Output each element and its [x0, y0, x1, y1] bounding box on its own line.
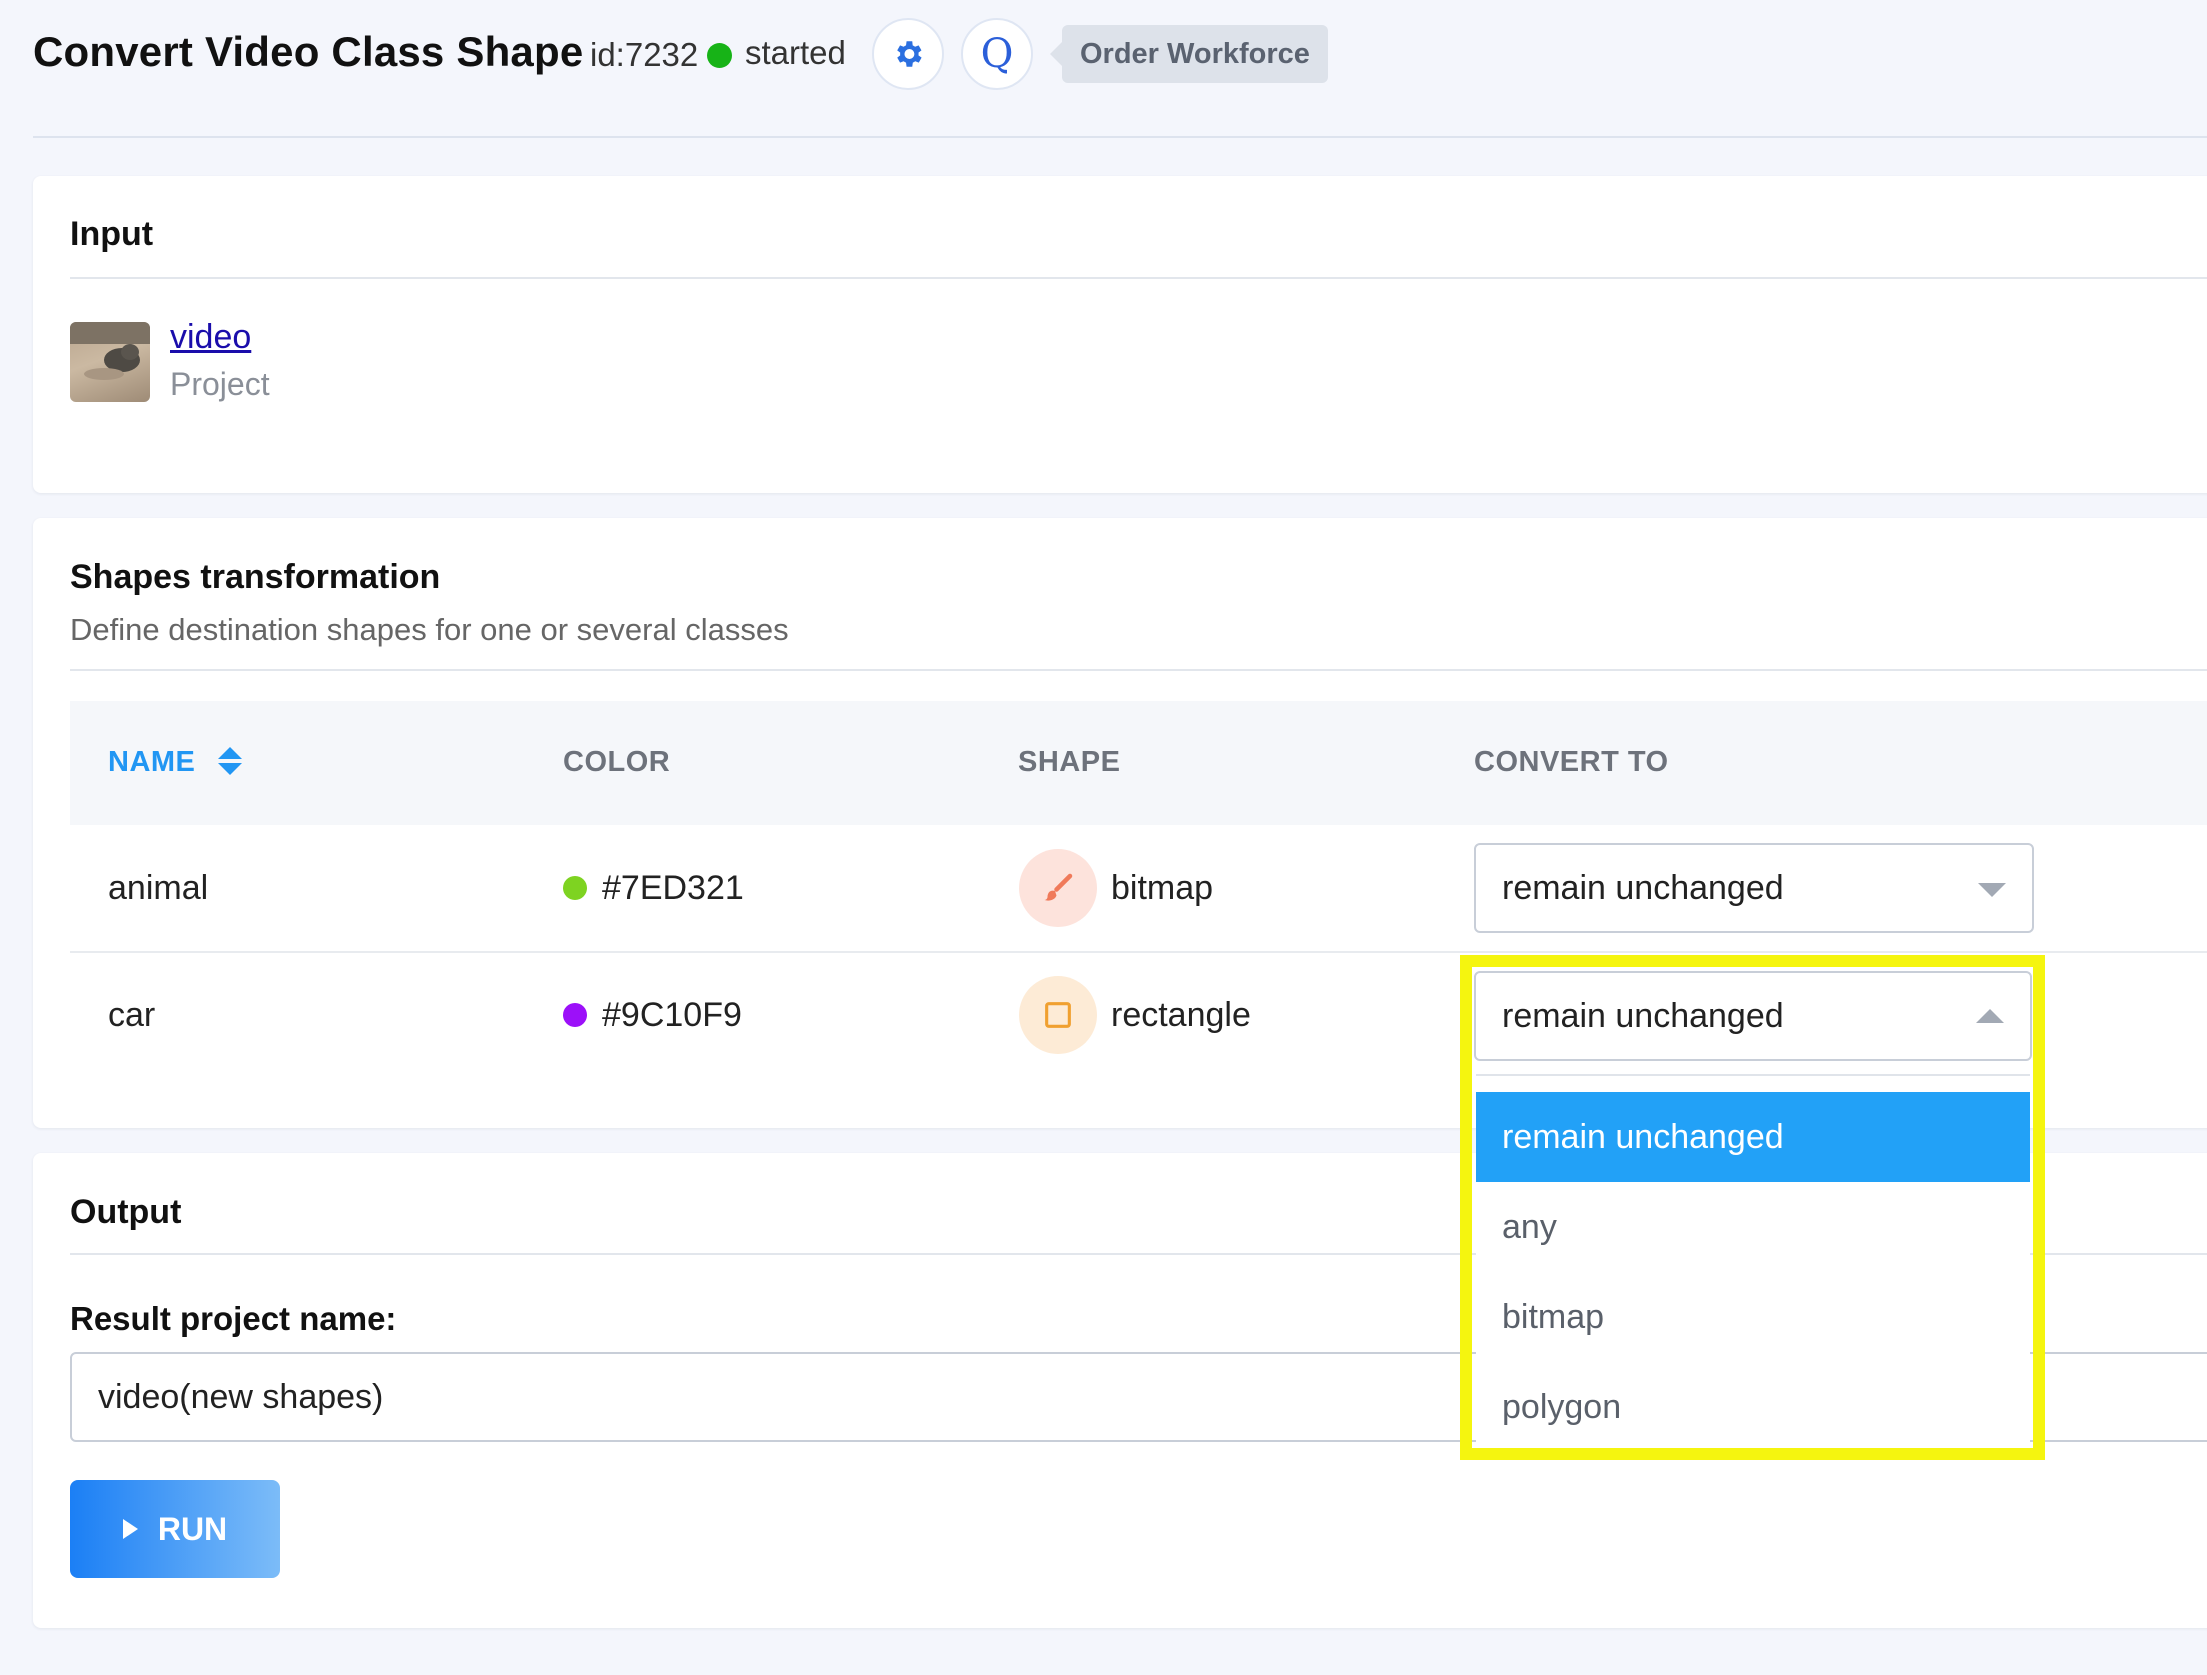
shapes-card-subtitle: Define destination shapes for one or sev… — [70, 612, 789, 647]
color-value: #7ED321 — [602, 869, 744, 907]
shape-name: bitmap — [1111, 869, 1214, 907]
input-card — [33, 176, 2207, 493]
dropdown-option-polygon[interactable]: polygon — [1476, 1362, 2030, 1452]
run-button[interactable]: RUN — [70, 1480, 280, 1578]
dropdown-option-bitmap[interactable]: bitmap — [1476, 1272, 2030, 1362]
table-header — [70, 701, 2207, 825]
status-dot-icon — [707, 43, 732, 68]
input-card-title: Input — [70, 215, 154, 253]
convert-to-dropdown: remain unchanged any bitmap polygon — [1476, 1074, 2030, 1446]
class-name: animal — [108, 869, 209, 907]
page-title: Convert Video Class Shape — [33, 28, 584, 75]
project-link[interactable]: video — [170, 318, 251, 357]
column-header-color: COLOR — [563, 746, 671, 778]
color-swatch — [563, 876, 587, 900]
header-divider — [33, 136, 2207, 138]
class-name: car — [108, 996, 156, 1034]
result-project-name-label: Result project name: — [70, 1300, 397, 1337]
square-icon — [1019, 976, 1097, 1054]
dropdown-option-any[interactable]: any — [1476, 1182, 2030, 1272]
play-icon — [122, 1519, 138, 1539]
convert-to-select-open[interactable]: remain unchanged — [1474, 971, 2032, 1061]
settings-button[interactable] — [872, 18, 944, 90]
column-header-name[interactable]: NAME — [108, 746, 195, 779]
convert-to-select[interactable]: remain unchanged — [1474, 843, 2034, 933]
convert-to-value: remain unchanged — [1502, 869, 1784, 907]
row-divider — [70, 951, 2207, 953]
output-card-title: Output — [70, 1193, 182, 1231]
convert-to-value: remain unchanged — [1502, 997, 1784, 1035]
color-swatch — [563, 1003, 587, 1027]
brush-icon — [1019, 849, 1097, 927]
shapes-card-title: Shapes transformation — [70, 558, 441, 596]
dropdown-option-remain-unchanged[interactable]: remain unchanged — [1476, 1092, 2030, 1182]
shapes-card-divider — [70, 669, 2207, 671]
column-header-convert-to: CONVERT TO — [1474, 746, 1669, 778]
color-value: #9C10F9 — [602, 996, 742, 1034]
task-id: id:7232 — [590, 36, 699, 73]
project-type-label: Project — [170, 366, 270, 402]
shape-name: rectangle — [1111, 996, 1251, 1034]
status-text: started — [745, 34, 846, 71]
gear-icon — [897, 41, 922, 67]
chevron-down-icon — [1978, 883, 2006, 897]
chevron-up-icon — [1976, 1009, 2004, 1023]
q-button[interactable]: Q — [961, 18, 1033, 90]
run-button-label: RUN — [157, 1510, 228, 1547]
column-header-shape: SHAPE — [1018, 746, 1121, 778]
project-thumbnail — [70, 322, 150, 402]
input-card-divider — [70, 277, 2207, 279]
sort-icon[interactable] — [216, 745, 244, 782]
order-workforce-badge[interactable]: Order Workforce — [1050, 25, 1328, 83]
